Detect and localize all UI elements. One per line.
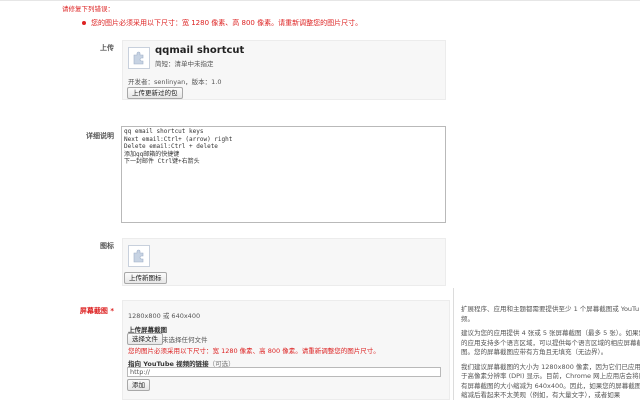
icon-panel (122, 238, 446, 286)
error-summary-title: 请修复下列错误： (62, 5, 114, 13)
screenshots-label-text: 屏幕截图 (79, 307, 108, 315)
app-name: qqmail shortcut (155, 45, 245, 56)
upload-new-icon-button[interactable]: 上传新图标 (124, 272, 167, 284)
image-size-error: 您的图片必须采用以下尺寸：宽 1280 像素、高 800 像素。请重新调整您的图… (82, 18, 362, 28)
help-line: 图。您的屏幕截图应带有方角且无填充（无边界）。 (461, 348, 608, 356)
app-summary: 简短：清单中未指定 (155, 58, 214, 68)
choose-file-button[interactable]: 选择文件 (127, 333, 163, 345)
app-meta: 开发者：senlinyan，版本：1.0 (128, 78, 222, 86)
help-line: 有屏幕截图的大小缩减为 640x400。因此，如果您的屏幕截图的 (461, 381, 640, 390)
help-divider (453, 288, 454, 400)
no-file-chosen: 未选择任何文件 (162, 336, 208, 344)
summary-value: 清单中未指定 (174, 60, 214, 68)
youtube-url-input[interactable]: http:// (127, 367, 441, 377)
screenshots-label: 屏幕截图 * (34, 306, 114, 316)
bullet-icon (82, 21, 86, 25)
description-line: qq email shortcut keys (124, 128, 204, 135)
help-line: 建议为您的应用提供 4 张或 5 张屏幕截图（最多 5 张）。如果您 (461, 329, 640, 337)
top-divider (0, 0, 640, 1)
upload-label: 上传 (100, 44, 114, 52)
puzzle-icon (133, 249, 144, 263)
help-line: 的应用支持多个语言区域，可以提供每个语言区域的相应屏幕截 (461, 338, 640, 347)
required-mark: * (110, 307, 114, 315)
upload-updated-package-button[interactable]: 上传更新过的包 (127, 87, 183, 99)
add-youtube-button[interactable]: 添加 (127, 379, 150, 391)
description-line: Delete email:Ctrl + delete (124, 143, 218, 151)
icon-label: 图标 (100, 242, 114, 250)
app-puzzle-icon (128, 47, 150, 69)
help-line: 频。 (461, 314, 474, 323)
icon-preview (128, 245, 150, 267)
description-line: 下一封邮件 Ctrl键+右箭头 (124, 158, 200, 166)
puzzle-icon (133, 51, 144, 65)
screenshot-size-error: 您的图片必须采用以下尺寸：宽 1280 像素、高 800 像素。请重新调整您的图… (128, 347, 380, 355)
help-line: 我们建议屏幕截图的大小为 1280x800 像素，因为它们已应用于 (461, 362, 640, 371)
help-line: 于高像素分辨率 (DPI) 显示。目前，Chrome 网上应用店会将屏 (461, 372, 640, 380)
image-size-error-text: 您的图片必须采用以下尺寸：宽 1280 像素、高 800 像素。请重新调整您的图… (91, 19, 363, 27)
screenshot-size-hint: 1280x800 或 640x400 (128, 312, 201, 320)
summary-label: 简短： (155, 60, 175, 68)
help-line: 扩展程序、应用和主题都需要提供至少 1 个屏幕截图或 YouTu (461, 305, 640, 313)
screenshot-help-text: 扩展程序、应用和主题都需要提供至少 1 个屏幕截图或 YouTu 频。 建议为您… (461, 305, 640, 400)
help-line: 缩减后看起来不太美观（例如，有大量文字），或者如果 (461, 391, 621, 399)
description-textarea[interactable]: qq email shortcut keys Next email:Ctrl+ … (121, 126, 446, 223)
description-line: Next email:Ctrl+ (arrow) right (124, 135, 233, 143)
description-label: 详细说明 (86, 132, 114, 140)
